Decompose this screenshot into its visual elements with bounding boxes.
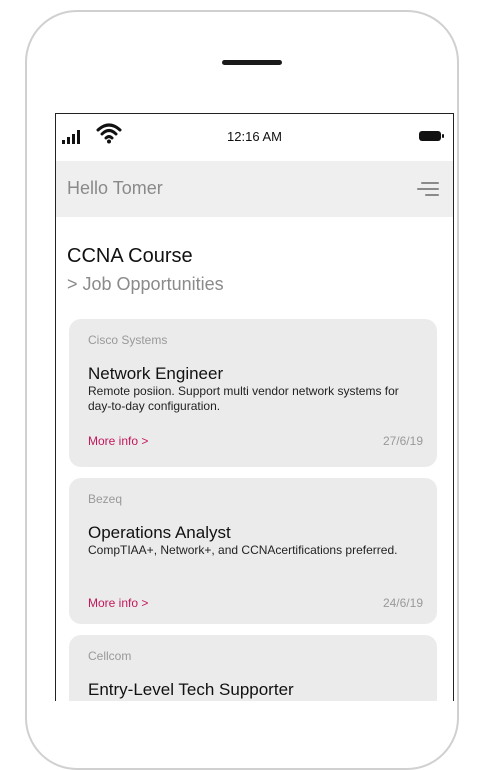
job-title: Entry-Level Tech Supporter: [88, 680, 294, 699]
job-company: Bezeq: [88, 492, 123, 506]
job-company: Cellcom: [88, 649, 132, 663]
status-bar: 12:16 AM: [56, 114, 453, 161]
job-company: Cisco Systems: [88, 333, 168, 347]
job-date: 27/6/19: [382, 434, 423, 448]
page-title: CCNA Course: [67, 245, 193, 267]
job-date: 24/6/19: [382, 596, 423, 610]
more-info-link[interactable]: More info >: [88, 596, 148, 610]
page-subtitle: > Job Opportunities: [67, 274, 224, 294]
job-title: Network Engineer: [88, 364, 224, 383]
job-description: CompTIAA+, Network+, and CCNAcertificati…: [88, 543, 398, 557]
phone-screen: 12:16 AM Hello Tomer CCNA Course > Job O…: [55, 113, 454, 701]
job-title: Operations Analyst: [88, 523, 231, 542]
greeting-text: Hello Tomer: [67, 178, 163, 198]
phone-speaker: [222, 60, 282, 65]
job-description: Remote posiion. Support multi vendor net…: [88, 384, 399, 413]
battery-icon: [419, 131, 444, 141]
hamburger-menu-icon[interactable]: [417, 180, 439, 198]
app-header: Hello Tomer: [56, 161, 453, 217]
status-time: 12:16 AM: [227, 129, 282, 144]
job-card[interactable]: Cellcom Entry-Level Tech Supporter: [69, 635, 437, 701]
job-card[interactable]: Cisco Systems Network Engineer Remote po…: [69, 319, 437, 467]
more-info-link[interactable]: More info >: [88, 434, 148, 448]
job-card[interactable]: Bezeq Operations Analyst CompTIAA+, Netw…: [69, 478, 437, 624]
